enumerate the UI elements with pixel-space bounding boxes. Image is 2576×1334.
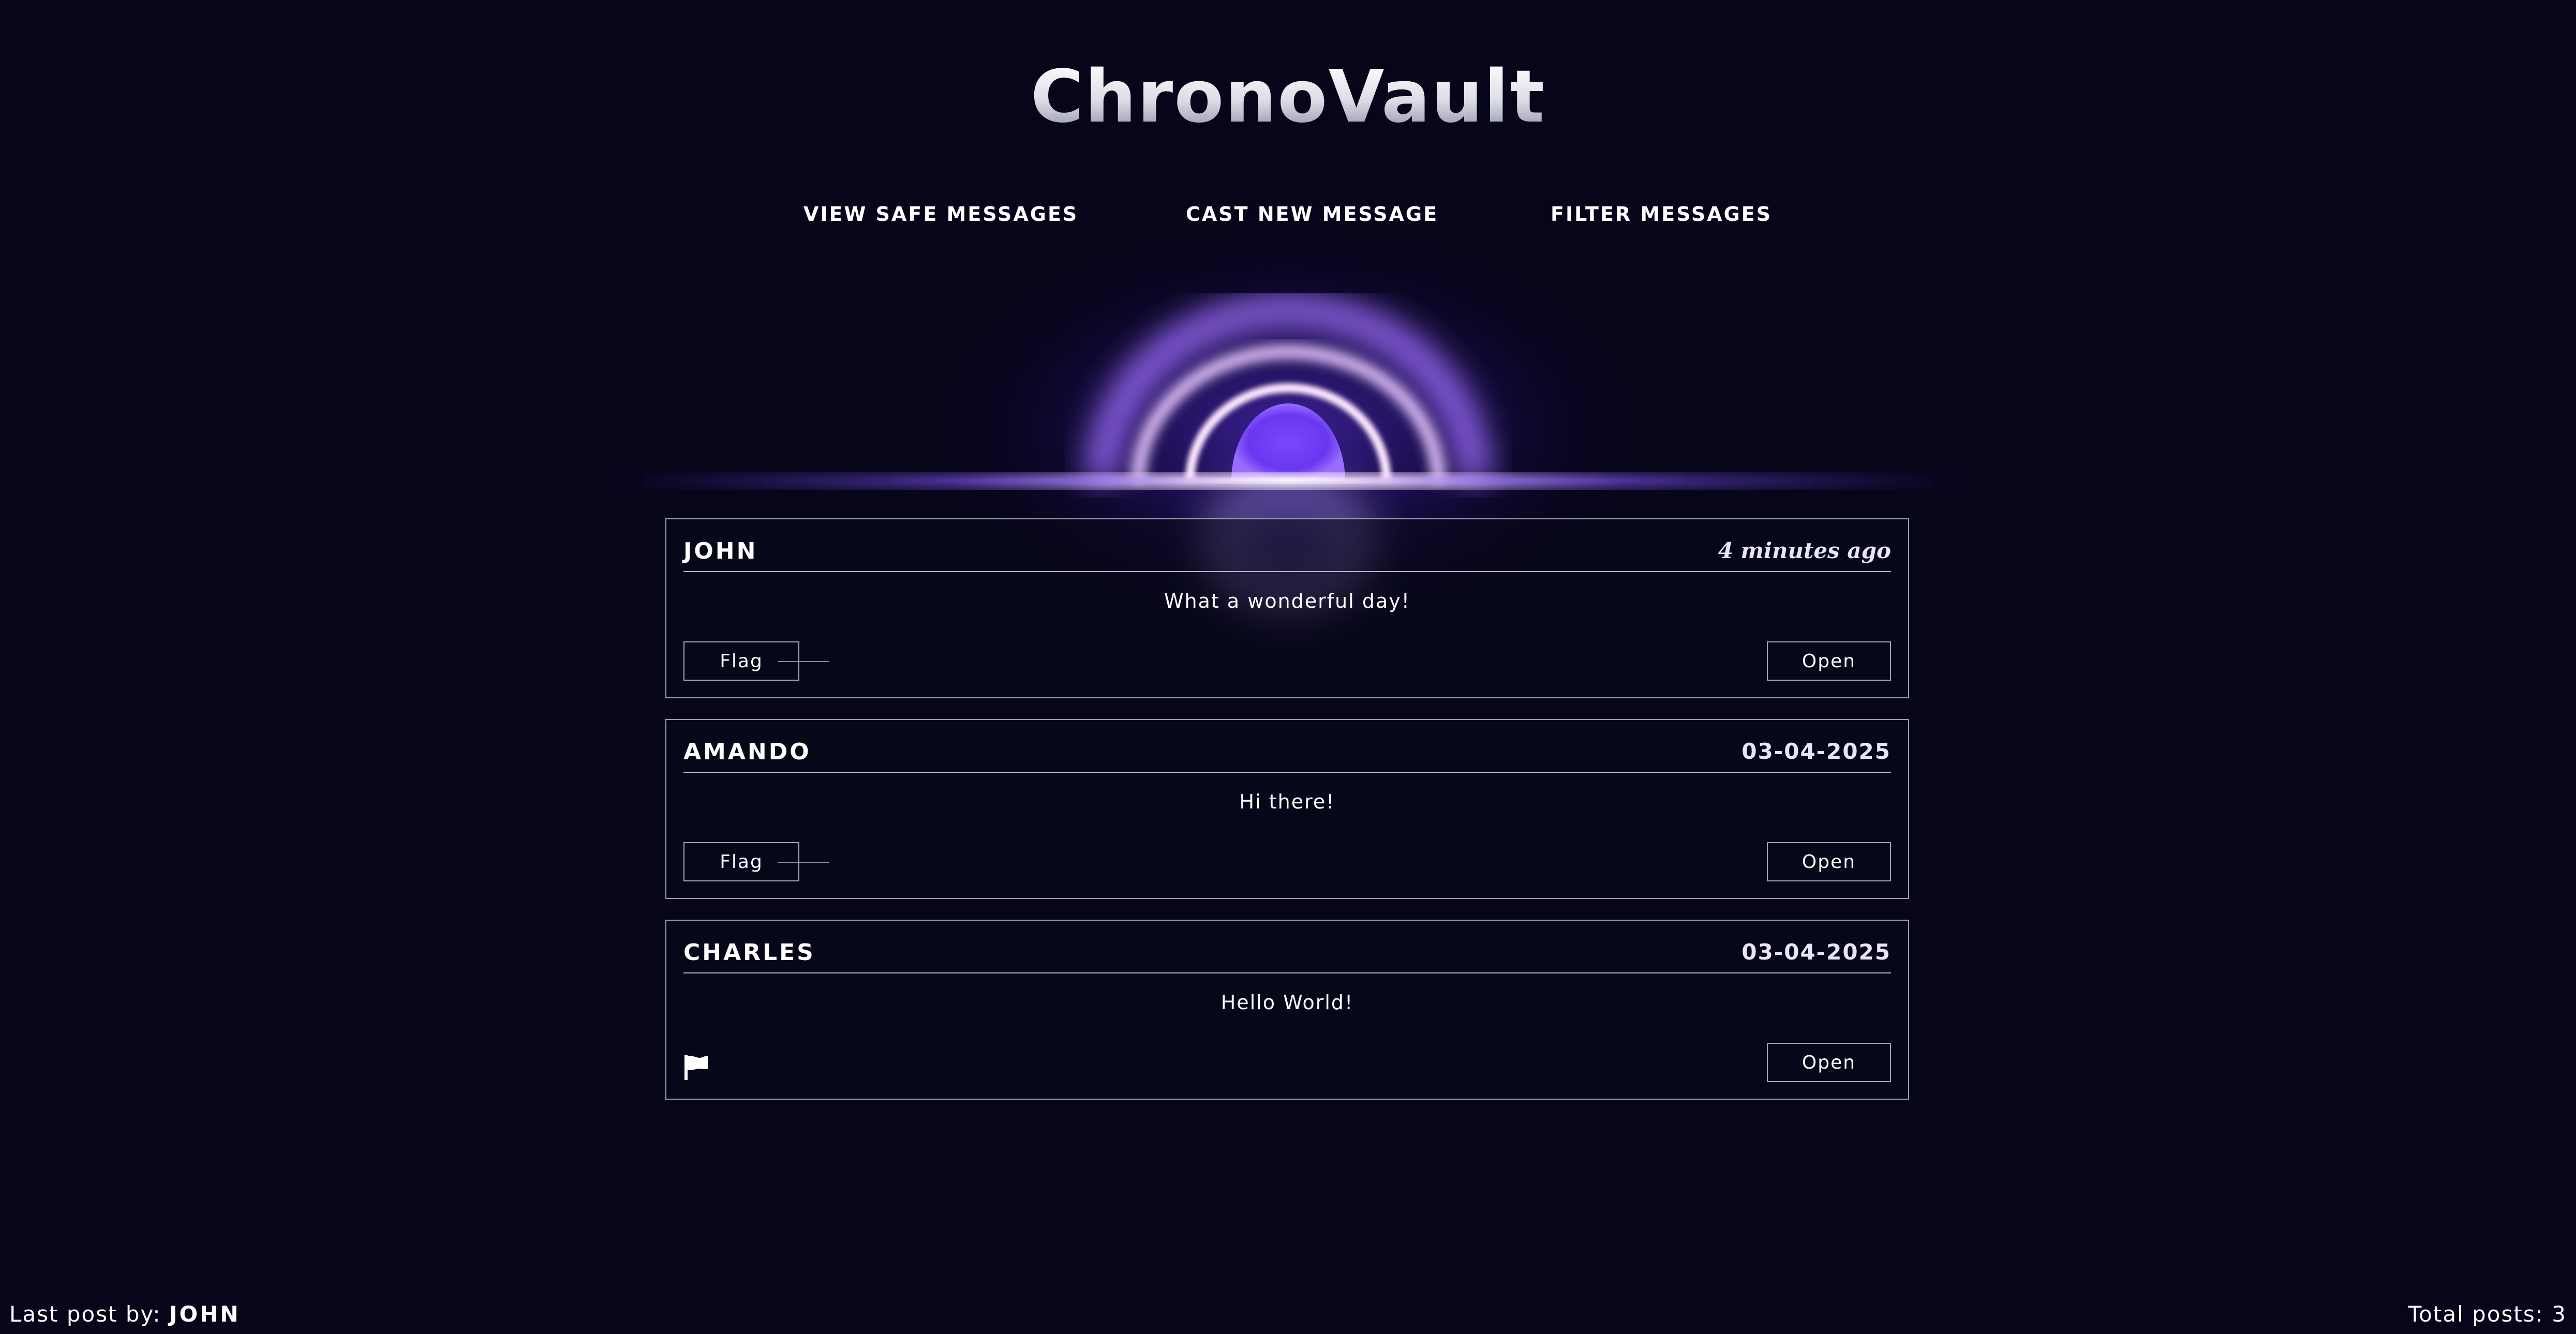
last-post-label: Last post by: [9, 1301, 161, 1327]
message-body: What a wonderful day! [1164, 590, 1411, 612]
message-feed: JOHN 4 minutes ago What a wonderful day!… [665, 518, 1911, 1120]
app-logo: ChronoVault [0, 61, 2576, 133]
flag-icon[interactable] [683, 1054, 709, 1081]
message-header: CHARLES 03-04-2025 [683, 935, 1891, 973]
message-card: CHARLES 03-04-2025 Hello World! Open [665, 920, 1909, 1100]
nav-filter-messages[interactable]: Filter Messages [1551, 203, 1772, 226]
last-post-user: JOHN [169, 1301, 241, 1327]
message-time: 4 minutes ago [1718, 538, 1891, 563]
open-button[interactable]: Open [1767, 842, 1891, 881]
total-posts-label: Total posts: [2408, 1301, 2544, 1327]
message-body: Hi there! [1239, 790, 1335, 813]
message-card: JOHN 4 minutes ago What a wonderful day!… [665, 518, 1909, 698]
total-posts-info: Total posts: 3 [2408, 1301, 2567, 1327]
message-author: CHARLES [683, 939, 815, 966]
open-button[interactable]: Open [1767, 1043, 1891, 1082]
message-header: JOHN 4 minutes ago [683, 534, 1891, 572]
last-post-info: Last post by: JOHN [9, 1301, 241, 1327]
message-time: 03-04-2025 [1741, 939, 1891, 965]
message-card: AMANDO 03-04-2025 Hi there! Flag Open [665, 719, 1909, 899]
message-author: AMANDO [683, 739, 811, 765]
nav-cast-new-message[interactable]: Cast New Message [1186, 203, 1438, 226]
total-posts-count: 3 [2552, 1301, 2567, 1327]
message-time: 03-04-2025 [1741, 739, 1891, 764]
message-header: AMANDO 03-04-2025 [683, 735, 1891, 773]
message-body: Hello World! [1220, 991, 1354, 1014]
message-author: JOHN [683, 538, 758, 564]
nav-view-safe-messages[interactable]: View Safe Messages [803, 203, 1078, 226]
flag-button[interactable]: Flag [683, 842, 829, 881]
flag-button[interactable]: Flag [683, 641, 829, 681]
open-button[interactable]: Open [1767, 641, 1891, 681]
main-nav: View Safe Messages Cast New Message Filt… [0, 203, 2576, 234]
